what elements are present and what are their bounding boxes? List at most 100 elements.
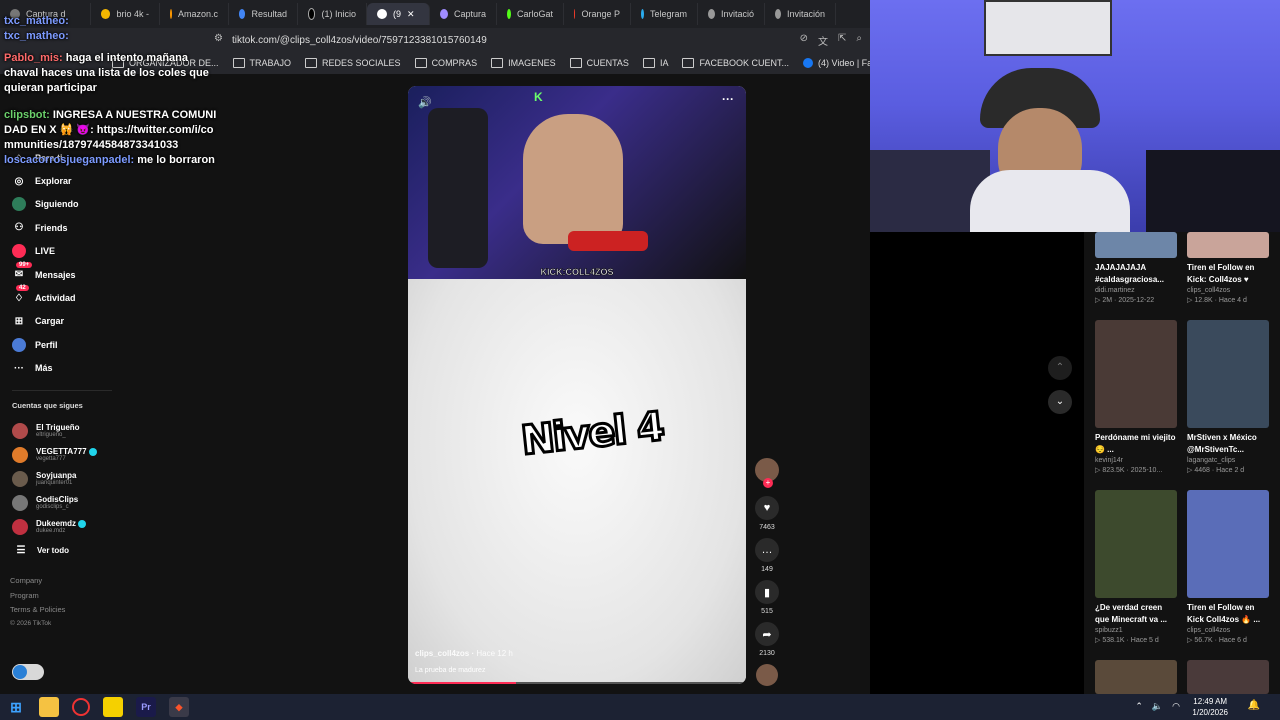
sidebar-item-siguiendo[interactable]: Siguiendo <box>0 193 120 216</box>
recommended-video[interactable]: Perdóname mi viejito😔 ... kevinj14r ▷ 82… <box>1095 320 1177 476</box>
rec-author: spibuzz1 <box>1095 627 1123 634</box>
recommended-video[interactable]: JAJAJAJAJA #caldasgraciosa... didi.marti… <box>1095 232 1177 306</box>
sidebar-item-perfil[interactable]: Perfil <box>0 333 120 356</box>
follow-plus-icon[interactable]: + <box>763 478 773 488</box>
bookmark[interactable]: (4) Video | Facebook <box>802 58 870 68</box>
sidebar-item-mensajes[interactable]: ✉ 99+ Mensajes <box>0 261 120 286</box>
creator-avatar[interactable]: + <box>754 458 780 488</box>
footer-link[interactable]: Terms & Policies <box>0 605 120 620</box>
play-icon: ▷ <box>1095 297 1101 304</box>
browser-tab[interactable]: Invitació <box>698 3 765 25</box>
bookmark-label: IMAGENES <box>508 58 556 68</box>
divider <box>12 389 112 391</box>
tab-label: Resultad <box>251 9 287 19</box>
app-toggle-button[interactable] <box>12 664 44 680</box>
notes-app-icon[interactable] <box>103 697 123 717</box>
recommended-video[interactable]: Tiren el Follow en Kick Coll4zos 🔥 ... c… <box>1187 490 1269 646</box>
wifi-icon[interactable]: ◠ <box>1172 701 1180 712</box>
folder-icon <box>491 58 504 68</box>
recommended-video[interactable]: Tiren el Follow en Kick: Coll4zos ♥ clip… <box>1187 232 1269 306</box>
no-tracking-icon[interactable]: ⊘ <box>800 33 808 48</box>
more-options-icon[interactable]: ··· <box>722 92 734 106</box>
clock-date: 1/20/2026 <box>1192 708 1228 717</box>
save-count: 515 <box>761 608 773 615</box>
following-account[interactable]: Soyjuanpa juanquinter01 <box>0 467 120 491</box>
scroll-down-button[interactable]: ⌄ <box>1048 390 1072 414</box>
url-input[interactable]: tiktok.com/@clips_coll4zos/video/7597123… <box>232 35 487 46</box>
rec-title: Tiren el Follow en Kick Coll4zos 🔥 ... <box>1187 603 1261 624</box>
bookmark-folder[interactable]: REDES SOCIALES <box>305 58 401 68</box>
recommended-video[interactable]: MrStiven x México @MrStivenTc... laganga… <box>1187 320 1269 476</box>
bookmark-folder[interactable]: CUENTAS <box>569 58 629 68</box>
footer-link[interactable]: Company <box>0 576 120 591</box>
chevron-up-icon[interactable]: ⌃ <box>1135 701 1143 712</box>
following-account[interactable]: El Trigueño eltrigueno_ <box>0 419 120 443</box>
following-account[interactable]: GodisClips godisclips_c <box>0 491 120 515</box>
video-thumbnail[interactable] <box>1187 660 1269 694</box>
sidebar-item-cargar[interactable]: ⊞ Cargar <box>0 310 120 333</box>
browser-tab[interactable]: Invitación <box>765 3 836 25</box>
browser-tab[interactable]: Captura <box>430 3 497 25</box>
share-button[interactable]: ➦ 2130 <box>754 622 780 657</box>
rec-date: Hace 2 d <box>1216 467 1245 474</box>
recommended-video[interactable]: ¿De verdad creen que Minecraft va ... sp… <box>1095 490 1177 646</box>
sidebar-item-mas[interactable]: ··· Más <box>0 357 120 380</box>
like-button[interactable]: ♥ 7463 <box>754 496 780 531</box>
save-button[interactable]: ▮ 515 <box>754 580 780 615</box>
comment-count: 149 <box>761 566 773 573</box>
account-name: Dukeemdz <box>36 519 77 529</box>
share-count: 2130 <box>759 650 775 657</box>
video-progress-track[interactable] <box>408 682 746 684</box>
premiere-icon[interactable]: Pr <box>136 697 156 717</box>
account-name: VEGETTA777 <box>36 447 87 457</box>
rec-date: 2025-10... <box>1130 467 1163 474</box>
video-thumbnail[interactable] <box>1095 660 1177 694</box>
browser-tab[interactable]: CarloGat <box>497 3 564 25</box>
video-caption: La prueba de madurez <box>415 667 486 674</box>
see-all-link[interactable]: ☰ Ver todo <box>0 539 120 562</box>
music-avatar[interactable] <box>754 664 780 686</box>
volume-icon[interactable]: 🔈 <box>1152 701 1163 712</box>
file-explorer-icon[interactable] <box>39 697 59 717</box>
browser-tab[interactable]: Telegram <box>631 3 698 25</box>
browser-tab[interactable]: Resultad <box>229 3 298 25</box>
footer-link[interactable]: Program <box>0 591 120 606</box>
translate-icon[interactable]: 文 <box>818 33 828 48</box>
comment-button[interactable]: … 149 <box>754 538 780 573</box>
browser-tab-active[interactable]: (9 ✕ <box>367 3 430 25</box>
sidebar-item-live[interactable]: LIVE <box>0 240 120 263</box>
bookmark-folder[interactable]: COMPRAS <box>414 58 477 68</box>
open-external-icon[interactable]: ⇱ <box>838 33 846 48</box>
sidebar-item-explorar[interactable]: ◎ Explorar <box>0 169 120 192</box>
bookmark-folder[interactable]: IMAGENES <box>491 58 556 68</box>
volume-icon[interactable]: 🔊 <box>418 96 432 109</box>
following-account[interactable]: VEGETTA777 vegetta777 <box>0 443 120 467</box>
bookmark-label: (4) Video | Facebook <box>817 58 870 68</box>
bookmark-folder[interactable]: FACEBOOK CUENT... <box>682 58 789 68</box>
sidebar-item-label: Friends <box>35 222 68 233</box>
browser-tab[interactable]: (1) Inicio <box>298 3 367 25</box>
browser-tab[interactable]: Orange P <box>564 3 631 25</box>
scroll-up-button[interactable]: ⌃ <box>1048 356 1072 380</box>
clock[interactable]: 12:49 AM 1/20/2026 <box>1192 696 1228 718</box>
close-tab-icon[interactable]: ✕ <box>407 9 415 20</box>
video-author[interactable]: clips_coll4zos · Hace 12 h <box>415 649 513 658</box>
windows-start-icon[interactable]: ⊞ <box>6 697 26 717</box>
sidebar-item-friends[interactable]: ⚇ Friends <box>0 216 120 239</box>
taskbar: ⊞ Pr ◆ ⌃ 🔈 ◠ 12:49 AM 1/20/2026 🔔 <box>0 694 1280 720</box>
bookmark-folder[interactable]: IA <box>642 58 668 68</box>
mic-arm <box>1146 150 1280 232</box>
rec-date: Hace 4 d <box>1218 297 1247 304</box>
browser-app-icon[interactable] <box>72 698 90 716</box>
sidebar-item-actividad[interactable]: ♢ 42 Actividad <box>0 285 120 309</box>
bookmark-icon: ▮ <box>755 580 779 604</box>
zoom-icon[interactable]: ⌕ <box>856 33 862 48</box>
verified-icon <box>88 448 97 457</box>
bookmark-folder[interactable]: TRABAJO <box>232 58 291 68</box>
video-player[interactable]: 🔊 ··· K KICK:COLL4ZOS Nivel 4 clips_coll… <box>408 86 746 684</box>
following-account[interactable]: Dukeemdz dukee.mdz <box>0 515 120 539</box>
rec-author: kevinj14r <box>1095 457 1124 464</box>
bookmark-label: CUENTAS <box>586 58 629 68</box>
notification-bell-icon[interactable]: 🔔 <box>1248 700 1260 711</box>
brave-browser-icon[interactable]: ◆ <box>169 697 189 717</box>
